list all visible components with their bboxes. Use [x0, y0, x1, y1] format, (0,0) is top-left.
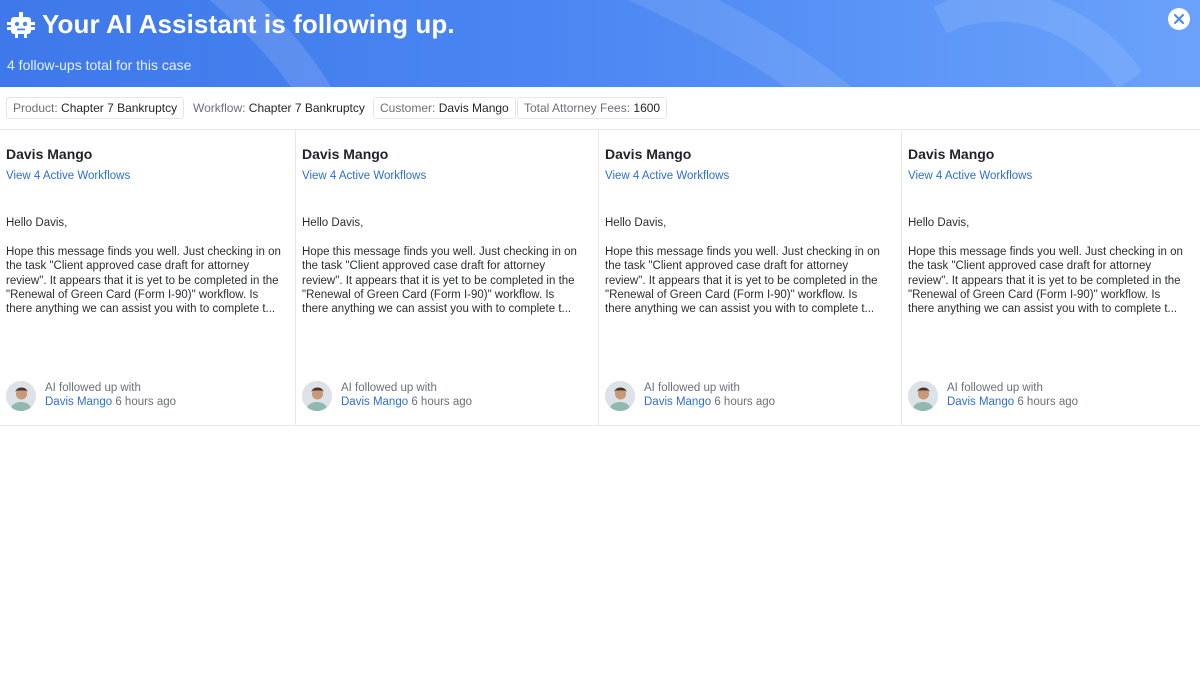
chip-key: Workflow: — [193, 101, 246, 115]
product-chip: Product: Chapter 7 Bankruptcy — [6, 97, 185, 119]
customer-name: Davis Mango — [6, 146, 93, 162]
chip-value: Davis Mango — [438, 101, 509, 115]
view-workflows-link[interactable]: View 4 Active Workflows — [605, 170, 729, 182]
followup-cards: Davis Mango View 4 Active Workflows Hell… — [0, 130, 1200, 426]
followup-meta: Davis Mango 6 hours ago — [45, 396, 176, 408]
customer-name: Davis Mango — [908, 146, 995, 162]
chip-key: Customer: — [380, 101, 436, 115]
followup-meta: Davis Mango 6 hours ago — [341, 396, 472, 408]
followup-card: Davis Mango View 4 Active Workflows Hell… — [0, 130, 296, 425]
followup-time: 6 hours ago — [1017, 396, 1079, 408]
close-button[interactable] — [1168, 8, 1190, 30]
person-avatar-icon — [6, 381, 36, 411]
followup-card: Davis Mango View 4 Active Workflows Hell… — [296, 130, 599, 425]
followup-label: AI followed up with — [341, 382, 437, 394]
followup-card: Davis Mango View 4 Active Workflows Hell… — [902, 130, 1200, 425]
person-avatar-icon — [908, 381, 938, 411]
followup-card: Davis Mango View 4 Active Workflows Hell… — [599, 130, 902, 425]
message-greeting: Hello Davis, — [302, 217, 364, 229]
followup-time: 6 hours ago — [714, 396, 776, 408]
message-greeting: Hello Davis, — [605, 217, 667, 229]
followup-contact-link[interactable]: Davis Mango — [644, 396, 711, 408]
person-avatar-icon — [302, 381, 332, 411]
robot-icon — [7, 12, 35, 38]
chip-value: Chapter 7 Bankruptcy — [248, 101, 365, 115]
customer-name: Davis Mango — [605, 146, 692, 162]
close-icon — [1174, 14, 1184, 24]
message-greeting: Hello Davis, — [6, 217, 68, 229]
chip-value: 1600 — [633, 101, 661, 115]
message-body: Hope this message finds you well. Just c… — [908, 246, 1183, 316]
message-body: Hope this message finds you well. Just c… — [605, 246, 880, 316]
header-title: Your AI Assistant is following up. — [42, 9, 455, 39]
message-body: Hope this message finds you well. Just c… — [302, 246, 577, 316]
avatar — [605, 381, 635, 411]
followup-contact-link[interactable]: Davis Mango — [45, 396, 112, 408]
followup-contact-link[interactable]: Davis Mango — [341, 396, 408, 408]
attorney-fees-chip: Total Attorney Fees: 1600 — [517, 97, 668, 119]
followup-label: AI followed up with — [45, 382, 141, 394]
followup-time: 6 hours ago — [411, 396, 473, 408]
person-avatar-icon — [605, 381, 635, 411]
message-greeting: Hello Davis, — [908, 217, 970, 229]
view-workflows-link[interactable]: View 4 Active Workflows — [302, 170, 426, 182]
customer-name: Davis Mango — [302, 146, 389, 162]
followup-meta: Davis Mango 6 hours ago — [947, 396, 1078, 408]
customer-chip: Customer: Davis Mango — [373, 97, 516, 119]
avatar — [302, 381, 332, 411]
avatar — [908, 381, 938, 411]
view-workflows-link[interactable]: View 4 Active Workflows — [6, 170, 130, 182]
followup-contact-link[interactable]: Davis Mango — [947, 396, 1014, 408]
message-body: Hope this message finds you well. Just c… — [6, 246, 281, 316]
view-workflows-link[interactable]: View 4 Active Workflows — [908, 170, 1032, 182]
chip-value: Chapter 7 Bankruptcy — [61, 101, 178, 115]
chip-key: Total Attorney Fees: — [524, 101, 631, 115]
followup-label: AI followed up with — [644, 382, 740, 394]
header-subtitle: 4 follow-ups total for this case — [7, 57, 192, 73]
followup-label: AI followed up with — [947, 382, 1043, 394]
workflow-chip: Workflow: Chapter 7 Bankruptcy — [186, 97, 372, 119]
chip-key: Product: — [13, 101, 58, 115]
ai-followup-header: Your AI Assistant is following up. 4 fol… — [0, 0, 1200, 87]
followup-time: 6 hours ago — [115, 396, 177, 408]
followup-meta: Davis Mango 6 hours ago — [644, 396, 775, 408]
avatar — [6, 381, 36, 411]
case-summary-bar: Product: Chapter 7 Bankruptcy Workflow: … — [0, 87, 1200, 130]
